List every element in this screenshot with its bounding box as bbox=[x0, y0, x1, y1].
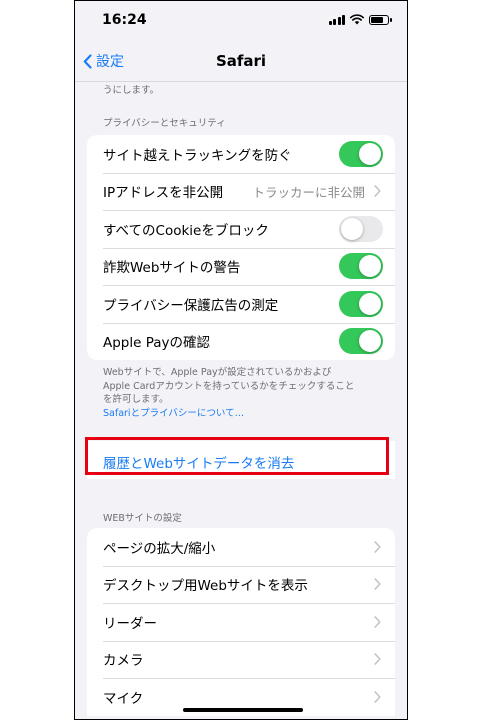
chevron-right-icon bbox=[374, 540, 381, 553]
wifi-icon bbox=[350, 14, 364, 25]
row-label: サイト越えトラッキングを防ぐ bbox=[103, 147, 292, 164]
row-label: ページの拡大/縮小 bbox=[103, 540, 216, 557]
row-reader[interactable]: リーダー bbox=[87, 603, 395, 641]
row-request-desktop-website[interactable]: デスクトップ用Webサイトを表示 bbox=[87, 565, 395, 604]
row-page-zoom[interactable]: ページの拡大/縮小 bbox=[87, 528, 395, 566]
row-label: マイク bbox=[103, 690, 144, 707]
row-label: カメラ bbox=[103, 653, 144, 670]
website-settings-header: WEBサイトの設定 bbox=[103, 513, 182, 524]
toggle-fraudulent-website-warning[interactable] bbox=[339, 253, 383, 280]
phone-screen: 16:24 設定 Safari うにします。 プライバシーとセキュリティ サイト… bbox=[74, 0, 408, 720]
chevron-right-icon bbox=[374, 615, 381, 628]
partial-footer-text: うにします。 bbox=[103, 85, 160, 96]
status-icons bbox=[328, 14, 392, 25]
row-label: デスクトップ用Webサイトを表示 bbox=[103, 578, 308, 595]
website-settings-group: ページの拡大/縮小 デスクトップ用Webサイトを表示 リーダー カメラ マイク bbox=[87, 528, 395, 716]
chevron-right-icon bbox=[374, 578, 381, 591]
chevron-right-icon bbox=[374, 690, 381, 703]
cellular-signal-icon bbox=[328, 14, 345, 25]
page-title: Safari bbox=[215, 52, 267, 70]
row-privacy-preserving-ad-measurement: プライバシー保護広告の測定 bbox=[87, 285, 395, 323]
row-label: リーダー bbox=[103, 615, 157, 632]
privacy-footer: Webサイトで、Apple Payが設定されているかおよび Apple Card… bbox=[103, 366, 388, 420]
privacy-section-header: プライバシーとセキュリティ bbox=[103, 118, 226, 129]
row-camera[interactable]: カメラ bbox=[87, 640, 395, 679]
row-label: プライバシー保護広告の測定 bbox=[103, 297, 279, 314]
row-block-all-cookies: すべてのCookieをブロック bbox=[87, 210, 395, 248]
battery-icon bbox=[369, 14, 392, 25]
row-check-apple-pay: Apple Payの確認 bbox=[87, 322, 395, 361]
row-label: 詐欺Webサイトの警告 bbox=[103, 260, 241, 277]
toggle-prevent-cross-site-tracking[interactable] bbox=[339, 140, 383, 167]
chevron-right-icon bbox=[374, 653, 381, 666]
status-bar: 16:24 bbox=[75, 1, 407, 41]
highlight-box bbox=[85, 437, 389, 475]
row-label: Apple Payの確認 bbox=[103, 335, 211, 352]
navigation-bar: 設定 Safari bbox=[75, 41, 407, 82]
footer-line: を許可します。 bbox=[103, 394, 169, 405]
row-hide-ip-address[interactable]: IPアドレスを非公開 トラッカーに非公開 bbox=[87, 172, 395, 211]
row-fraudulent-website-warning: 詐欺Webサイトの警告 bbox=[87, 247, 395, 286]
row-prevent-cross-site-tracking: サイト越えトラッキングを防ぐ bbox=[87, 135, 395, 173]
chevron-right-icon bbox=[374, 185, 381, 198]
toggle-check-apple-pay[interactable] bbox=[339, 328, 383, 355]
home-indicator[interactable] bbox=[183, 708, 303, 712]
footer-line: Webサイトで、Apple Payが設定されているかおよび bbox=[103, 367, 332, 378]
status-time: 16:24 bbox=[102, 12, 147, 28]
about-safari-privacy-link[interactable]: Safariとプライバシーについて… bbox=[103, 407, 388, 421]
row-value: トラッカーに非公開 bbox=[252, 184, 365, 200]
privacy-group: サイト越えトラッキングを防ぐ IPアドレスを非公開 トラッカーに非公開 すべての… bbox=[87, 135, 395, 360]
row-label: すべてのCookieをブロック bbox=[103, 222, 269, 239]
footer-line: Apple Cardアカウントを持っているかをチェックすること bbox=[103, 380, 355, 392]
row-label: IPアドレスを非公開 bbox=[103, 185, 224, 202]
toggle-privacy-preserving-ad-measurement[interactable] bbox=[339, 290, 383, 317]
toggle-block-all-cookies[interactable] bbox=[339, 215, 383, 242]
